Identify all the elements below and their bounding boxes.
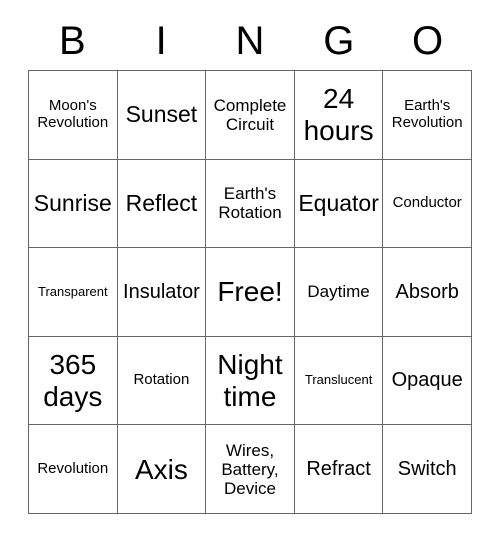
bingo-cell-label: Night time — [217, 349, 283, 412]
bingo-cell[interactable]: Insulator — [117, 248, 207, 337]
bingo-header-row: B I N G O — [28, 12, 472, 70]
bingo-cell-label: Earth's Rotation — [218, 184, 282, 223]
bingo-cell[interactable]: 24 hours — [294, 71, 384, 160]
bingo-cell[interactable]: 365 days — [29, 336, 118, 426]
bingo-cell-label: 24 hours — [303, 83, 374, 146]
bingo-cell-label: Rotation — [133, 371, 190, 389]
bingo-card: B I N G O Moon's Revolution Sunset Compl… — [0, 0, 500, 544]
bingo-cell[interactable]: Complete Circuit — [206, 71, 295, 160]
bingo-cell[interactable]: Conductor — [383, 159, 472, 249]
bingo-cell[interactable]: Axis — [117, 425, 207, 514]
bingo-cell-label: Earth's Revolution — [391, 97, 463, 131]
bingo-cell-label: Translucent — [304, 372, 373, 388]
bingo-cell-label: 365 days — [43, 349, 103, 412]
bingo-cell-label: Conductor — [392, 193, 462, 211]
bingo-cell[interactable]: Sunrise — [29, 159, 118, 249]
bingo-cell[interactable]: Refract — [294, 425, 384, 514]
bingo-cell[interactable]: Reflect — [117, 159, 207, 249]
bingo-cell[interactable]: Night time — [206, 336, 295, 426]
bingo-cell[interactable]: Absorb — [383, 248, 472, 337]
bingo-cell[interactable]: Wires, Battery, Device — [206, 425, 295, 514]
bingo-grid: Moon's Revolution Sunset Complete Circui… — [28, 70, 472, 514]
bingo-cell-label: Refract — [306, 457, 371, 480]
bingo-cell-label: Axis — [134, 453, 188, 485]
bingo-cell-label: Moon's Revolution — [37, 97, 109, 131]
bingo-cell[interactable]: Translucent — [294, 336, 384, 426]
header-letter-n: N — [235, 19, 265, 63]
bingo-cell-free[interactable]: Free! — [206, 248, 295, 337]
bingo-cell[interactable]: Transparent — [29, 248, 118, 337]
bingo-cell-label: Opaque — [391, 369, 463, 392]
header-letter-g: G — [323, 19, 355, 63]
bingo-cell-label: Transparent — [37, 283, 108, 299]
header-letter-i: I — [155, 19, 167, 63]
bingo-cell-label: Absorb — [395, 280, 459, 303]
bingo-cell[interactable]: Sunset — [117, 71, 207, 160]
bingo-cell-label: Reflect — [125, 189, 198, 216]
bingo-cell[interactable]: Earth's Revolution — [383, 71, 472, 160]
bingo-cell[interactable]: Equator — [294, 159, 384, 249]
bingo-cell-label: Free! — [217, 276, 283, 308]
bingo-cell[interactable]: Rotation — [117, 336, 207, 426]
bingo-cell[interactable]: Switch — [383, 425, 472, 514]
bingo-cell-label: Daytime — [307, 282, 370, 302]
bingo-cell-label: Switch — [397, 457, 457, 480]
bingo-cell-label: Sunrise — [33, 189, 112, 216]
bingo-cell-label: Wires, Battery, Device — [221, 440, 279, 498]
bingo-cell[interactable]: Opaque — [383, 336, 472, 426]
bingo-cell-label: Revolution — [37, 459, 109, 477]
bingo-cell-label: Equator — [298, 189, 379, 216]
bingo-cell[interactable]: Revolution — [29, 425, 118, 514]
header-letter-o: O — [412, 19, 444, 63]
header-letter-b: B — [59, 19, 86, 63]
bingo-cell-label: Sunset — [125, 100, 198, 127]
bingo-cell-label: Complete Circuit — [213, 95, 287, 134]
bingo-cell-label: Insulator — [123, 280, 200, 303]
bingo-cell[interactable]: Moon's Revolution — [29, 71, 118, 160]
bingo-cell[interactable]: Earth's Rotation — [206, 159, 295, 249]
bingo-cell[interactable]: Daytime — [294, 248, 384, 337]
